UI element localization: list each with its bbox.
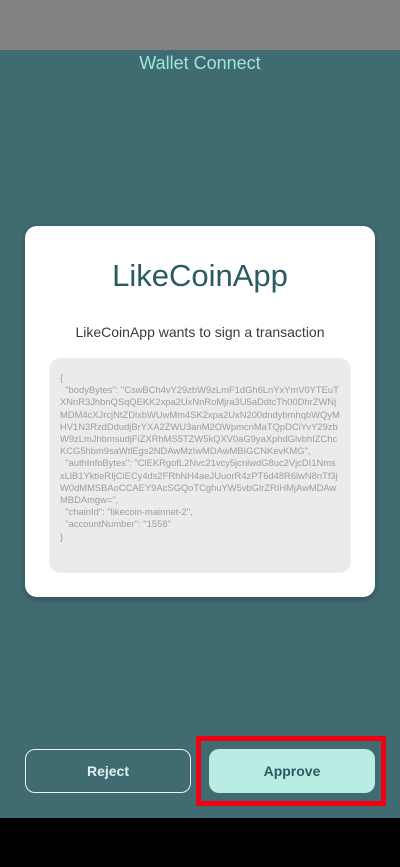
page-title: Wallet Connect	[139, 53, 261, 73]
status-bar	[0, 0, 400, 50]
transaction-payload-text: { "bodyBytes": "CswBCh4vY29zbW9zLmF1dGh6…	[60, 372, 340, 542]
highlight-box	[196, 736, 386, 806]
navigation-bar	[0, 818, 400, 867]
sign-request-card: LikeCoinApp LikeCoinApp wants to sign a …	[25, 226, 375, 597]
request-description: LikeCoinApp wants to sign a transaction	[75, 324, 325, 340]
transaction-payload-box[interactable]: { "bodyBytes": "CswBCh4vY29zbW9zLmF1dGh6…	[49, 358, 351, 573]
reject-button[interactable]: Reject	[25, 749, 191, 793]
app-name: LikeCoinApp	[112, 258, 288, 293]
